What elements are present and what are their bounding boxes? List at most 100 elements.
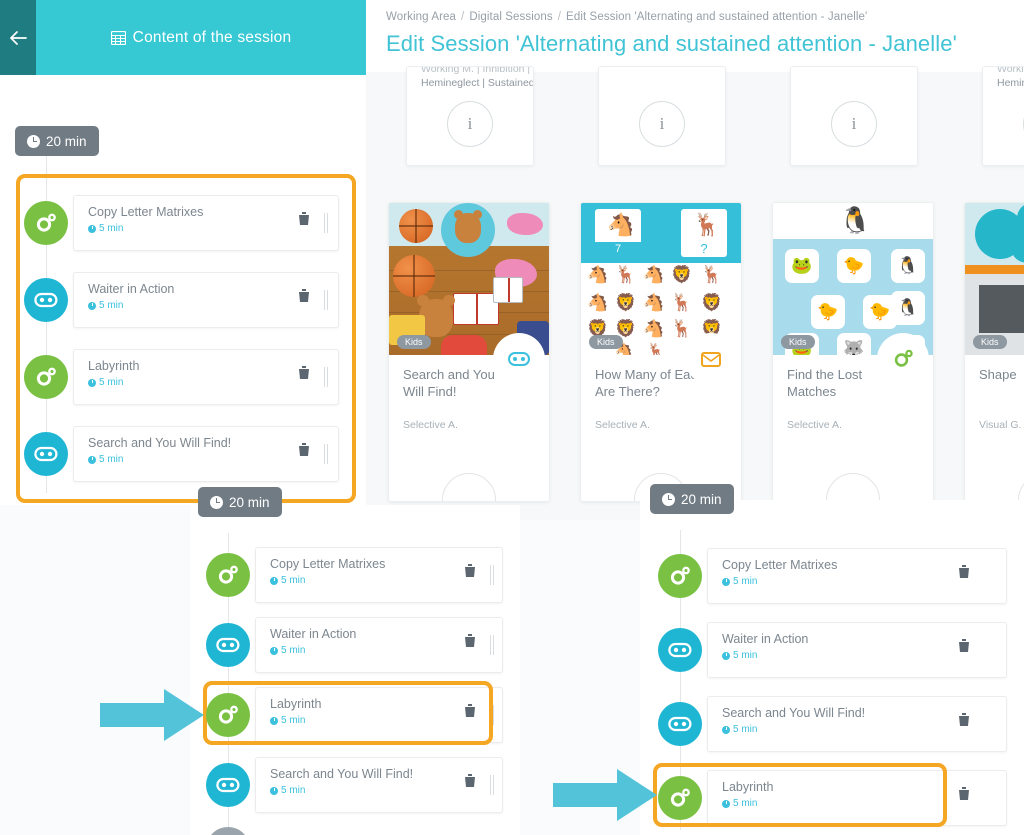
info-icon[interactable]: i [447,101,493,147]
delete-activity-button[interactable] [958,639,970,653]
gamepad-icon [24,278,68,322]
card-tags-line-1: Working M. | [997,66,1024,75]
count-question: ? [700,241,708,256]
gear-icon [206,693,250,737]
session-duration-badge: 20 min [650,484,734,514]
timeline-item-labyrinth[interactable]: Labyrinth 5 min [658,770,1007,826]
game-card-how-many-of-each[interactable]: 🐴 7 🦌 ? 🐴 🦌 🐴 🦁 🦌 🐴 🦁 🐴 🦌 🦁 🦁 🦁 🐴 🦌 🦁 🐴 … [580,202,742,502]
drag-handle[interactable] [490,565,494,585]
game-card-search-and-you-will-find[interactable]: Kids Search and You Will Find! Selective… [388,202,550,502]
timeline-item-waiter-in-action[interactable]: Waiter in Action 5 min [24,272,339,328]
activity-name: Labyrinth [88,359,140,373]
gamepad-icon [206,763,250,807]
activity-name: Search and You Will Find! [270,767,414,781]
game-category: Visual G. | [979,419,1024,431]
delete-activity-button[interactable] [958,787,970,801]
gamepad-glyph [34,292,58,308]
activity-name: Copy Letter Matrixes [270,557,386,571]
game-category: Selective A. [595,419,650,431]
activity-card[interactable]: Labyrinth 5 min [255,687,503,743]
delete-activity-button[interactable] [464,634,476,648]
activity-card[interactable]: Waiter in Action 5 min [73,272,339,328]
drag-handle[interactable] [324,367,328,387]
drag-arrow-1 [100,689,204,741]
game-thumbnail: Kids [389,203,549,355]
gear-glyph [670,566,690,585]
drag-handle[interactable] [490,635,494,655]
tab-content-of-the-session[interactable]: Content of the session [36,0,366,75]
kids-tag: Kids [781,335,815,349]
drag-handle[interactable] [490,705,494,725]
drag-handle[interactable] [490,775,494,795]
activity-card[interactable]: Search and You Will Find! 5 min [255,757,503,813]
delete-activity-button[interactable] [298,366,310,380]
add-game-button[interactable] [826,473,880,501]
delete-activity-button[interactable] [464,774,476,788]
arrow-left-icon [9,30,27,45]
game-card-top-2[interactable]: i [598,66,726,166]
activity-card[interactable]: Waiter in Action 5 min [255,617,503,673]
shape-illustration [965,203,1024,355]
timeline-item-labyrinth[interactable]: Labyrinth 5 min [206,687,503,743]
activity-card[interactable]: Search and You Will Find! 5 min [73,426,339,482]
activity-card[interactable]: Waiter in Action 5 min [707,622,1007,678]
delete-activity-button[interactable] [958,713,970,727]
game-card-find-the-lost-matches[interactable]: 🐧 🐸 🐤 🐧 🐤 🐤 🐧 🐸 🐺 🐺 Kids Find the Lost M… [772,202,934,502]
breadcrumb-separator: / [461,11,465,23]
activity-card[interactable]: Copy Letter Matrixes 5 min [707,548,1007,604]
back-button[interactable] [0,0,36,75]
timeline-item-labyrinth[interactable]: Labyrinth 5 min [24,349,339,405]
gamepad-glyph [216,777,240,793]
game-card-shape[interactable]: Kids Shape Visual G. | [964,202,1024,502]
delete-activity-button[interactable] [298,289,310,303]
timeline-item-copy-letter-matrixes[interactable]: Copy Letter Matrixes 5 min [206,547,503,603]
game-category: Selective A. [787,419,842,431]
activity-duration: 5 min [270,645,305,656]
add-game-button[interactable] [442,473,496,501]
drag-handle[interactable] [324,290,328,310]
breadcrumb-item-digital-sessions[interactable]: Digital Sessions [469,11,552,23]
kids-tag: Kids [973,335,1007,349]
timeline-item-search-and-you-will-find[interactable]: Search and You Will Find! 5 min [658,696,1007,752]
gear-glyph [36,213,56,232]
activity-name: Labyrinth [722,780,774,794]
delete-activity-button[interactable] [298,212,310,226]
count-number: 7 [595,242,641,257]
timeline-item-waiter-in-action[interactable]: Waiter in Action 5 min [206,617,503,673]
game-title: Shape [979,367,1017,382]
activity-duration: 5 min [270,785,305,796]
activity-card[interactable]: Search and You Will Find! 5 min [707,696,1007,752]
gear-icon [206,553,250,597]
game-card-top-4[interactable]: Working M. | Hemineg... i [982,66,1024,166]
drag-handle[interactable] [324,213,328,233]
info-icon[interactable]: i [831,101,877,147]
gamepad-glyph [668,642,692,658]
add-game-button[interactable] [1018,473,1024,501]
activity-card[interactable]: Labyrinth 5 min [707,770,1007,826]
info-icon[interactable]: i [639,101,685,147]
card-glyph [701,351,721,367]
activity-card[interactable]: Copy Letter Matrixes 5 min [73,195,339,251]
clock-icon [210,495,223,509]
delete-activity-button[interactable] [298,443,310,457]
drag-handle[interactable] [324,444,328,464]
breadcrumb-item-working-area[interactable]: Working Area [386,11,456,23]
timeline-item-copy-letter-matrixes[interactable]: Copy Letter Matrixes 5 min [658,548,1007,604]
game-card-top-3[interactable]: i [790,66,918,166]
activity-card[interactable]: Copy Letter Matrixes 5 min [255,547,503,603]
activity-name: Waiter in Action [270,627,357,641]
timeline-item-waiter-in-action[interactable]: Waiter in Action 5 min [658,622,1007,678]
game-card-top-1[interactable]: Working M. | Inhibition | Hemineglect | … [406,66,534,166]
activity-duration: 5 min [88,454,123,465]
delete-activity-button[interactable] [464,704,476,718]
breadcrumb: Working Area / Digital Sessions / Edit Sessi… [386,11,867,23]
timeline-item-search-and-you-will-find[interactable]: Search and You Will Find! 5 min [206,757,503,813]
activity-duration: 5 min [88,223,123,234]
timeline-item-copy-letter-matrixes[interactable]: Copy Letter Matrixes 5 min [24,195,339,251]
delete-activity-button[interactable] [464,564,476,578]
duration-label: 20 min [681,491,722,507]
session-timeline-panel-reordered: 20 min Copy Letter Matrixes 5 min Waiter… [640,484,1024,835]
delete-activity-button[interactable] [958,565,970,579]
timeline-item-search-and-you-will-find[interactable]: Search and You Will Find! 5 min [24,426,339,482]
activity-card[interactable]: Labyrinth 5 min [73,349,339,405]
